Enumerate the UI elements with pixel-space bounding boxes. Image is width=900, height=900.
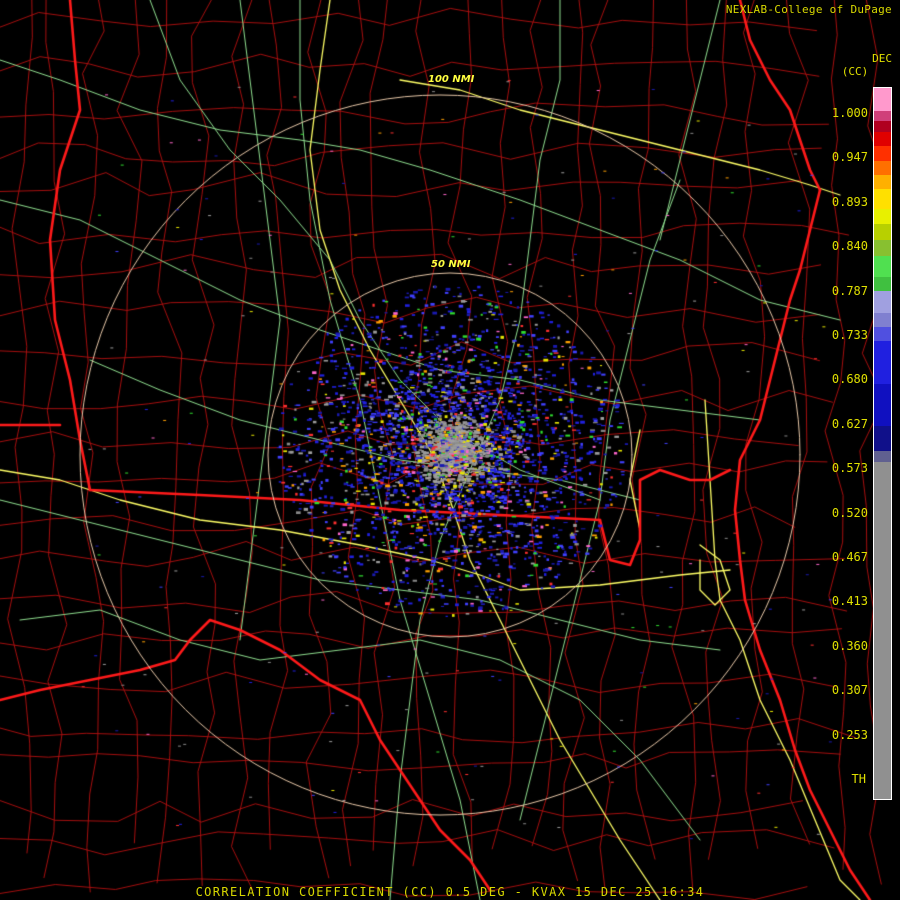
legend-tick-label: 0.840 bbox=[831, 239, 868, 254]
legend-color-band bbox=[874, 255, 891, 278]
legend-color-band bbox=[874, 188, 891, 209]
legend-tick-label: 0.413 bbox=[831, 594, 868, 609]
legend-color-band bbox=[874, 383, 891, 427]
legend-color-band bbox=[874, 110, 891, 122]
product-footer: CORRELATION COEFFICIENT (CC) 0.5 DEG - K… bbox=[195, 885, 705, 899]
legend-tick-label: 1.000 bbox=[831, 106, 868, 120]
color-scale-bar bbox=[873, 87, 892, 800]
legend-tick-label: 0.893 bbox=[831, 194, 868, 209]
legend-tick-label: 0.573 bbox=[831, 461, 868, 476]
legend-color-band bbox=[874, 240, 891, 256]
product-unit: (CC) bbox=[841, 65, 869, 78]
legend-color-band bbox=[874, 224, 891, 241]
legend-color-band bbox=[874, 341, 891, 384]
legend-color-band bbox=[874, 160, 891, 175]
legend-color-band bbox=[874, 121, 891, 133]
legend-color-band bbox=[874, 132, 891, 147]
legend-tick-label: 0.253 bbox=[831, 727, 868, 742]
product-code: DEC bbox=[872, 52, 892, 65]
legend-color-band bbox=[874, 326, 891, 342]
legend-tick-label: TH bbox=[851, 772, 866, 786]
legend-color-band bbox=[874, 277, 891, 292]
legend-color-band bbox=[874, 291, 891, 313]
legend-tick-label: 0.467 bbox=[831, 550, 868, 564]
legend-color-band bbox=[874, 146, 891, 161]
legend-tick-label: 0.360 bbox=[831, 638, 868, 653]
radar-map[interactable] bbox=[0, 0, 900, 900]
legend-tick-label: 0.947 bbox=[831, 150, 868, 165]
legend-tick-label: 0.787 bbox=[831, 283, 868, 298]
legend-tick-label: 0.520 bbox=[831, 505, 868, 520]
legend-color-band bbox=[874, 208, 891, 225]
legend-color-band bbox=[874, 451, 891, 462]
credit-text: NEXLAB-College of DuPage bbox=[725, 3, 892, 16]
legend-color-band bbox=[874, 88, 891, 111]
legend-tick-label: 0.680 bbox=[831, 372, 868, 387]
legend-tick-label: 0.627 bbox=[831, 416, 868, 431]
legend-tick-label: 0.307 bbox=[831, 683, 868, 698]
legend-color-band bbox=[874, 312, 891, 327]
legend-color-band bbox=[874, 174, 891, 189]
legend-tick-label: 0.733 bbox=[831, 328, 868, 342]
legend-color-band bbox=[874, 461, 891, 799]
legend-color-band bbox=[874, 426, 891, 452]
